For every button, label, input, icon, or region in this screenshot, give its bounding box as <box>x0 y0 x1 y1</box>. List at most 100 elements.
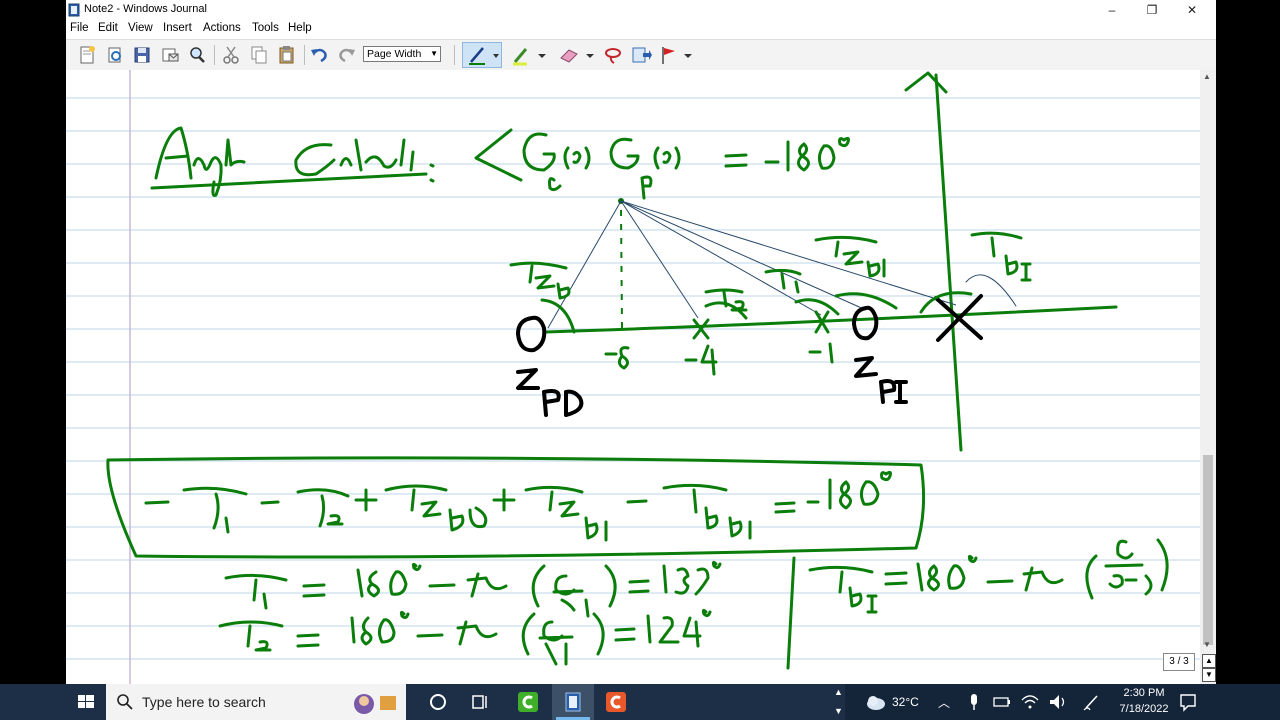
ink-real-axis <box>544 305 1118 334</box>
open-icon[interactable] <box>104 44 126 66</box>
menu-actions[interactable]: Actions <box>203 22 241 34</box>
previous-page-icon[interactable]: ▲ <box>1202 654 1216 668</box>
search-icon <box>117 694 133 710</box>
ink-fraction-3 <box>1085 538 1169 600</box>
save-icon[interactable] <box>131 44 153 66</box>
chevron-down-icon[interactable] <box>682 44 694 66</box>
find-icon[interactable] <box>186 44 208 66</box>
copy-icon[interactable] <box>248 44 270 66</box>
weather-temperature[interactable]: 32°C <box>892 695 919 709</box>
eraser-icon[interactable] <box>558 44 580 66</box>
ink-handwriting <box>154 126 193 180</box>
ink-angle-ray <box>620 200 822 316</box>
ink-handwriting <box>224 488 350 534</box>
windows-start-icon[interactable] <box>74 690 98 714</box>
tray-scroll-up-icon[interactable]: ▲ <box>834 687 843 697</box>
ink-phi-ppi-eq <box>808 565 878 614</box>
ink-subscript <box>548 177 562 192</box>
note-page[interactable] <box>66 70 1200 684</box>
left-letterbox <box>0 0 66 684</box>
ink-180-deg-3 <box>916 554 978 592</box>
weather-cloud-icon[interactable] <box>864 690 888 714</box>
menu-view[interactable]: View <box>128 22 153 34</box>
search-placeholder: Type here to search <box>142 694 266 710</box>
volume-icon[interactable] <box>1046 690 1070 714</box>
ink-angle-arc <box>540 298 576 334</box>
ink-label-phi1 <box>764 268 802 294</box>
page-indicator: 3 / 3 <box>1163 653 1195 671</box>
ink-zero-pi <box>852 305 879 341</box>
close-button[interactable]: ✕ <box>1172 0 1212 20</box>
task-view-icon[interactable] <box>468 690 492 714</box>
menu-edit[interactable]: Edit <box>98 22 118 34</box>
undo-icon[interactable] <box>308 44 330 66</box>
ink-equals <box>884 571 908 586</box>
camtasia-recorder-icon[interactable] <box>604 690 628 714</box>
ink-handwriting <box>764 140 836 172</box>
restore-button[interactable]: ❐ <box>1132 0 1172 20</box>
menu-help[interactable]: Help <box>288 22 312 34</box>
clock-date[interactable]: 7/18/2022 <box>1114 703 1174 715</box>
taskbar-journal-active[interactable] <box>552 684 594 720</box>
menu-insert[interactable]: Insert <box>163 22 192 34</box>
journal-app-icon <box>68 3 80 17</box>
ink-label-minus1 <box>808 342 834 364</box>
insert-space-icon[interactable] <box>630 44 652 66</box>
cortana-icon[interactable] <box>426 690 450 714</box>
redo-icon[interactable] <box>336 44 358 66</box>
ink-handwriting <box>192 138 246 197</box>
highlighter-icon[interactable] <box>510 44 532 66</box>
tray-scroll-down-icon[interactable]: ▼ <box>834 706 843 716</box>
ruled-paper <box>66 70 1200 684</box>
ink-label-phi-zpi <box>814 235 886 278</box>
pen-tool-button[interactable] <box>462 42 502 68</box>
ink-equals <box>724 153 748 168</box>
battery-icon[interactable] <box>990 690 1014 714</box>
vertical-scrollbar[interactable]: ▲ ▼ <box>1200 70 1216 684</box>
lasso-icon[interactable] <box>602 44 624 66</box>
ink-angle-symbol <box>474 128 523 182</box>
toolbar: Page Width ▼ <box>66 39 1216 71</box>
ink-fraction-1 <box>531 564 617 618</box>
taskbar-search-box[interactable]: Type here to search <box>106 684 406 720</box>
minimize-button[interactable]: – <box>1092 0 1132 20</box>
menu-file[interactable]: File <box>70 22 89 34</box>
paste-icon[interactable] <box>276 44 298 66</box>
ink-handwriting <box>492 485 608 542</box>
ink-angle-ray <box>547 200 622 329</box>
clock-time[interactable]: 2:30 PM <box>1121 687 1167 699</box>
scroll-up-icon[interactable]: ▲ <box>1203 72 1211 81</box>
notifications-icon[interactable] <box>1176 690 1200 714</box>
pen-icon <box>469 47 499 65</box>
ink-handwriting <box>522 132 556 172</box>
camtasia-icon[interactable] <box>516 690 540 714</box>
scroll-thumb[interactable] <box>1203 455 1213 645</box>
window-title: Note2 - Windows Journal <box>84 3 207 15</box>
ink-underline <box>150 172 428 190</box>
chevron-down-icon[interactable] <box>536 44 548 66</box>
ink-tan-inverse-3 <box>986 566 1064 592</box>
flag-icon[interactable] <box>658 44 680 66</box>
menu-bar: File Edit View Insert Actions Tools Help <box>66 20 1216 38</box>
ink-degree <box>838 136 850 148</box>
scroll-down-icon[interactable]: ▼ <box>1203 640 1211 649</box>
zoom-select[interactable]: Page Width ▼ <box>363 46 441 62</box>
cut-icon[interactable] <box>220 44 242 66</box>
show-hidden-icons-icon[interactable]: ︿ <box>938 694 950 711</box>
wifi-icon[interactable] <box>1018 690 1042 714</box>
ink-equation-box <box>106 456 926 559</box>
zoom-value: Page Width <box>367 48 422 60</box>
next-page-icon[interactable]: ▼ <box>1202 668 1216 682</box>
menu-tools[interactable]: Tools <box>252 22 279 34</box>
ink-180-deg-2 <box>350 610 410 646</box>
new-note-icon[interactable] <box>76 44 98 66</box>
ink-zero-pd <box>516 315 547 353</box>
pen-workspace-icon[interactable] <box>1080 690 1104 714</box>
chevron-down-icon[interactable] <box>584 44 596 66</box>
microphone-icon[interactable] <box>962 690 986 714</box>
email-icon[interactable] <box>159 44 181 66</box>
ink-dashed-projection <box>620 209 623 329</box>
ink-equals <box>296 633 320 648</box>
ink-label-phi-ppi <box>970 231 1032 282</box>
ink-handwriting <box>354 484 488 532</box>
